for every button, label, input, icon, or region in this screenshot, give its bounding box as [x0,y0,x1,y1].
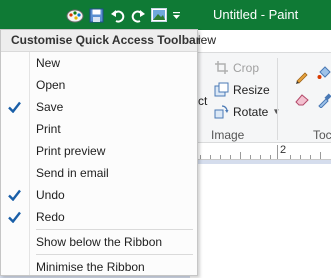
ruler-tick [290,155,291,159]
eraser-button[interactable] [294,92,310,106]
menu-item-show-below-ribbon[interactable]: Show below the Ribbon [1,231,197,253]
select-label: ct [198,94,208,108]
menu-item-undo[interactable]: Undo [1,184,197,206]
menu-item-label: Redo [36,210,65,224]
rotate-icon [214,105,229,119]
menu-item-print[interactable]: Print [1,118,197,140]
ruler-tick [300,155,301,159]
menu-separator [36,229,193,230]
checkmark-icon [8,101,21,113]
menu-item-label: Save [36,100,64,114]
tab-view[interactable]: iew [198,33,216,47]
color-picker-icon [318,93,331,108]
checkmark-icon [8,211,21,223]
quick-access-toolbar [66,6,181,24]
menu-item-label: New [36,56,61,70]
menu-item-new[interactable]: New [1,52,197,74]
rotate-label: Rotate [233,104,269,119]
image-group-label: Image [211,128,245,142]
ruler-tick [210,155,211,159]
ruler-tick [240,152,241,159]
ruler-tick [230,155,231,159]
menu-item-label: Send in email [36,166,109,180]
tools-group-label: Toc [313,128,331,142]
menu-item-label: Minimise the Ribbon [36,260,145,274]
resize-icon [214,82,229,97]
ruler-tick [250,155,251,159]
picture-icon[interactable] [150,6,168,24]
checkmark-icon [8,189,21,201]
title-bar: Untitled - Paint [0,0,331,30]
window-title: Untitled - Paint [213,7,299,22]
ruler-tick [200,155,201,159]
menu-item-print-preview[interactable]: Print preview [1,140,197,162]
ruler-tick [260,155,261,159]
ruler-tick [310,155,311,159]
menu-item-label: Open [36,78,66,92]
ribbon-group-divider [277,58,278,140]
menu-title: Customise Quick Access Toolbar [1,30,200,52]
crop-button[interactable]: Crop [214,60,259,75]
undo-icon[interactable] [108,6,126,24]
menu-item-send-in-email[interactable]: Send in email [1,162,197,184]
menu-item-open[interactable]: Open [1,74,197,96]
customise-dropdown-icon[interactable] [171,6,181,24]
pencil-icon [296,72,308,84]
menu-item-label: Print preview [36,144,106,158]
ruler-number: 2 [280,144,287,156]
ruler-tick [320,152,321,159]
color-picker-button[interactable] [317,92,331,108]
fill-button[interactable] [317,66,331,82]
fill-bucket-icon [317,66,331,79]
crop-icon [215,61,228,74]
drawing-canvas[interactable] [190,164,331,278]
redo-icon[interactable] [129,6,147,24]
menu-separator [36,254,193,255]
rotate-button[interactable]: Rotate ▼ [214,104,280,119]
ruler-tick [220,155,221,159]
menu-item-redo[interactable]: Redo [1,206,197,228]
menu-item-label: Undo [36,188,65,202]
paint-app-icon[interactable] [66,6,84,24]
ruler-tick [277,145,278,159]
resize-button[interactable]: Resize [214,82,270,97]
menu-item-minimise-ribbon[interactable]: Minimise the Ribbon [1,256,197,278]
pencil-button[interactable] [294,68,310,84]
ruler-tick [270,155,271,159]
menu-item-label: Show below the Ribbon [36,235,163,249]
resize-label: Resize [233,82,270,97]
crop-label: Crop [233,60,260,75]
eraser-icon [295,94,309,106]
menu-item-save[interactable]: Save [1,96,197,118]
menu-item-label: Print [36,122,61,136]
save-icon[interactable] [87,6,105,24]
customise-qat-menu: Customise Quick Access Toolbar New Open … [0,29,200,278]
select-button[interactable]: ct [198,94,207,108]
